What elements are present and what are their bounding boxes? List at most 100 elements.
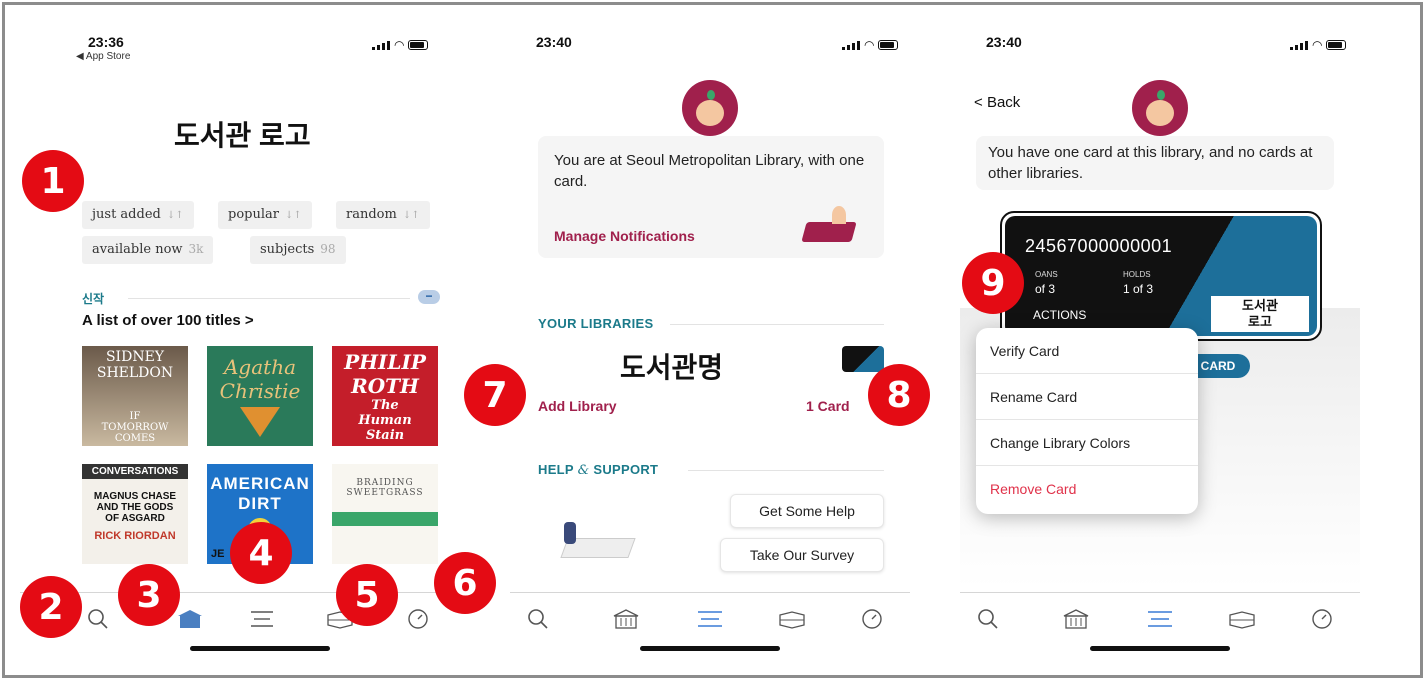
status-icons: ◠ xyxy=(842,38,899,52)
rename-card-menu-item[interactable]: Rename Card xyxy=(976,374,1198,420)
back-to-app-store-link[interactable]: ◀ App Store xyxy=(76,51,130,62)
home-indicator xyxy=(640,646,780,651)
avatar-leaf xyxy=(707,90,715,100)
chip-random[interactable]: random ↓↑ xyxy=(336,201,430,229)
book-cover[interactable]: PHILIP ROTH The Human Stain xyxy=(332,346,438,446)
battery-icon xyxy=(408,40,429,50)
tab-shelf[interactable] xyxy=(1222,605,1262,633)
tab-bar xyxy=(960,592,1360,642)
screen-libraries: 23:40 ◠ You are at Seoul Metropolitan Li… xyxy=(510,8,910,672)
remove-card-menu-item[interactable]: Remove Card xyxy=(976,466,1198,512)
avatar-face xyxy=(696,100,724,126)
section-divider xyxy=(688,470,884,471)
annotation-badge: 7 xyxy=(464,364,526,426)
book-cover-text: MAGNUS CHASE AND THE GODS OF ASGARD xyxy=(93,491,177,524)
book-illustration xyxy=(801,222,857,242)
collapse-toggle[interactable]: − xyxy=(418,290,440,304)
library-icon xyxy=(178,610,202,628)
card-count-link[interactable]: 1 Card xyxy=(806,398,850,414)
chip-available-now[interactable]: available now 3k xyxy=(82,236,214,264)
search-icon xyxy=(528,609,548,629)
person-illustration xyxy=(564,522,576,544)
signal-icon xyxy=(1290,40,1308,50)
tab-activity[interactable] xyxy=(852,605,892,633)
tab-menu[interactable] xyxy=(690,605,730,633)
tab-shelf[interactable] xyxy=(772,605,812,633)
books-stack-icon xyxy=(1229,611,1255,629)
book-cover-text: RICK RIORDAN xyxy=(94,530,176,542)
back-button[interactable]: < Back xyxy=(974,94,1020,111)
chip-subjects[interactable]: subjects 98 xyxy=(250,236,346,264)
sort-arrows-icon: ↓↑ xyxy=(402,210,420,221)
books-stack-icon xyxy=(779,611,805,629)
annotation-badge: 9 xyxy=(962,252,1024,314)
status-time: 23:36 xyxy=(88,34,124,50)
status-time: 23:40 xyxy=(536,34,572,50)
your-libraries-header: YOUR LIBRARIES xyxy=(538,316,654,331)
tab-search[interactable] xyxy=(968,605,1008,633)
library-logo-placeholder: 도서관 로고 xyxy=(174,120,311,151)
chip-popular[interactable]: popular ↓↑ xyxy=(218,201,312,229)
tab-search[interactable] xyxy=(518,605,558,633)
chip-label: just added xyxy=(92,207,161,222)
section-divider xyxy=(670,324,884,325)
book-cover-text: ROTH xyxy=(351,373,419,398)
get-help-button[interactable]: Get Some Help xyxy=(730,494,884,528)
book-cover-text: JE xyxy=(211,548,225,560)
tab-activity[interactable] xyxy=(398,605,438,633)
verify-card-menu-item[interactable]: Verify Card xyxy=(976,328,1198,374)
change-library-colors-menu-item[interactable]: Change Library Colors xyxy=(976,420,1198,466)
book-cover[interactable]: Agatha Christie xyxy=(207,346,313,446)
book-cover[interactable]: SIDNEY SHELDON IF TOMORROW COMES xyxy=(82,346,188,446)
tab-library[interactable] xyxy=(1056,605,1096,633)
annotation-badge: 1 xyxy=(22,150,84,212)
wifi-icon: ◠ xyxy=(1312,38,1323,52)
chip-label: subjects xyxy=(260,242,315,257)
help-illustration xyxy=(554,516,636,564)
logo-text: 로고 xyxy=(1248,314,1272,329)
support-label: SUPPORT xyxy=(593,462,659,477)
annotation-badge: 4 xyxy=(230,522,292,584)
actions-button[interactable]: ACTIONS xyxy=(1033,308,1086,322)
add-library-link[interactable]: Add Library xyxy=(538,398,617,414)
tab-library[interactable] xyxy=(606,605,646,633)
book-cover[interactable]: BRAIDING SWEETGRASS xyxy=(332,464,438,564)
wifi-icon: ◠ xyxy=(864,38,875,52)
screen-card-actions: 23:40 ◠ < Back You have one card at this… xyxy=(960,8,1360,672)
list-link[interactable]: A list of over 100 titles > xyxy=(82,312,254,329)
book-cover-art xyxy=(332,512,438,526)
section-label: 신작 xyxy=(82,292,105,306)
sort-arrows-icon: ↓↑ xyxy=(284,210,302,221)
list-link-text: A list of over 100 titles xyxy=(82,312,241,329)
library-icon xyxy=(1063,609,1089,629)
library-icon xyxy=(613,609,639,629)
library-card-thumbnail-icon[interactable] xyxy=(842,346,884,372)
ampersand: & xyxy=(577,463,590,478)
tab-search[interactable] xyxy=(78,605,118,633)
person-illustration xyxy=(832,206,846,224)
book-cover-text: Christie xyxy=(219,379,301,403)
tab-activity[interactable] xyxy=(1302,605,1342,633)
libby-avatar xyxy=(682,80,738,136)
status-icons: ◠ xyxy=(372,38,429,52)
help-support-header: HELP & SUPPORT xyxy=(538,462,658,478)
chip-label: random xyxy=(346,207,397,222)
book-cover[interactable]: CONVERSATIONS MAGNUS CHASE AND THE GODS … xyxy=(82,464,188,564)
library-card[interactable]: 24567000000001 OANS of 3 HOLDS 1 of 3 AC… xyxy=(1000,211,1322,341)
wifi-icon: ◠ xyxy=(394,38,405,52)
book-cover-text: CONVERSATIONS xyxy=(82,464,188,479)
menu-lines-icon xyxy=(1148,611,1172,627)
book-cover-text: SIDNEY xyxy=(105,348,165,365)
status-card: You are at Seoul Metropolitan Library, w… xyxy=(538,136,884,258)
book-cover-text: PHILIP xyxy=(344,349,426,374)
search-icon xyxy=(978,609,998,629)
manage-notifications-link[interactable]: Manage Notifications xyxy=(554,228,695,244)
chip-label: popular xyxy=(228,207,279,222)
chip-just-added[interactable]: just added ↓↑ xyxy=(82,201,194,229)
tab-bar xyxy=(20,592,470,642)
avatar-face xyxy=(1146,100,1174,126)
take-survey-button[interactable]: Take Our Survey xyxy=(720,538,884,572)
tab-menu[interactable] xyxy=(1140,605,1180,633)
sort-arrows-icon: ↓↑ xyxy=(166,210,184,221)
tab-menu[interactable] xyxy=(242,605,282,633)
